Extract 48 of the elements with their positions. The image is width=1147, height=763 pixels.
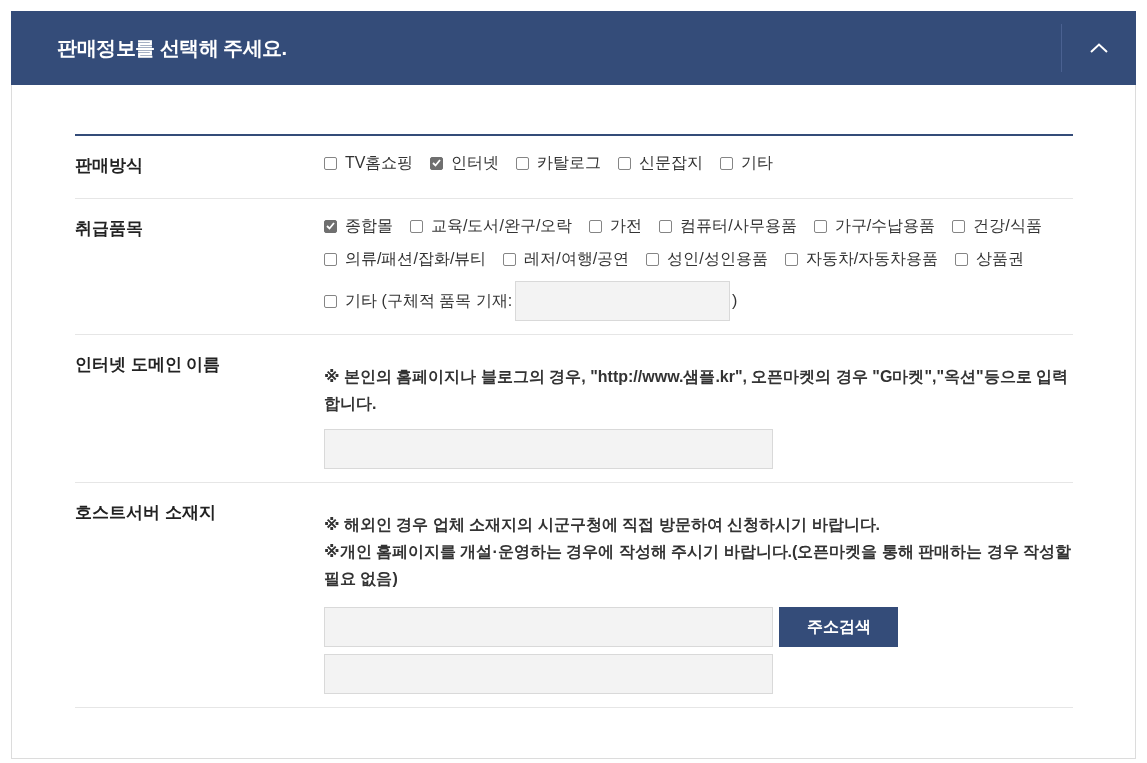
checkbox[interactable] [516, 156, 530, 170]
field-label: 호스트서버 소재지 [75, 502, 217, 524]
address-input[interactable] [324, 607, 773, 647]
field-label: 인터넷 도메인 이름 [75, 354, 222, 376]
checkbox[interactable] [659, 219, 673, 233]
option-label[interactable]: 가구/수납용품 [834, 215, 936, 237]
option-label[interactable]: 의류/패션/잡화/뷰티 [345, 248, 487, 270]
checkbox[interactable] [784, 252, 798, 266]
other-item-input[interactable] [515, 281, 731, 321]
checkbox[interactable] [410, 219, 423, 233]
checkbox[interactable] [324, 252, 337, 266]
option-label[interactable]: 자동차/자동차용품 [805, 248, 939, 270]
option-label[interactable]: 성인/성인용품 [667, 248, 768, 270]
notice-text: ※개인 홈페이지를 개설·운영하는 경우에 작성해 주시기 바랍니다.(오픈마켓을 통해 판매하는 경우 작성할 필요 없음) [324, 542, 1073, 589]
checkbox[interactable] [324, 294, 337, 308]
option-label[interactable]: 카탈로그 [537, 152, 602, 174]
option-label[interactable]: 가전 [610, 215, 643, 237]
field-label: 취급품목 [75, 218, 144, 240]
option-label[interactable]: 인터넷 [451, 152, 500, 174]
option-label[interactable]: 레저/여행/공연 [524, 248, 630, 270]
checkbox[interactable] [618, 156, 632, 170]
option-label[interactable]: 교육/도서/완구/오락 [431, 215, 573, 237]
domain-input[interactable] [324, 429, 773, 469]
notice-text: ※ 본인의 홈페이지나 블로그의 경우, "http://www.샘플.kr", 오픈마켓의 경우 "G마켓","옥션"등으로 입력합니다. [324, 367, 1070, 414]
address-detail-input[interactable] [324, 654, 773, 694]
option-label[interactable]: 컴퓨터/사무용품 [680, 215, 797, 237]
notice-text: ※ 해외인 경우 업체 소재지의 시군구청에 직접 방문하여 신청하시기 바랍니다. [324, 515, 881, 535]
checkbox[interactable] [955, 252, 969, 266]
checkbox[interactable] [324, 219, 337, 233]
option-label[interactable]: TV홈쇼핑 [345, 152, 414, 174]
option-label[interactable]: 종합몰 [345, 215, 393, 237]
field-label: 판매방식 [75, 155, 144, 177]
checkbox[interactable] [324, 156, 337, 170]
option-label[interactable]: 건강/식품 [973, 215, 1042, 237]
option-label[interactable]: 기타 [741, 152, 774, 174]
checkbox[interactable] [952, 219, 966, 233]
option-suffix: ) [732, 291, 738, 311]
checkbox[interactable] [589, 219, 603, 233]
checkbox[interactable] [813, 219, 827, 233]
option-label[interactable]: 상품권 [976, 248, 1025, 270]
checkbox[interactable] [430, 156, 444, 170]
checkbox[interactable] [646, 252, 660, 266]
panel-title: 판매정보를 선택해 주세요. [57, 35, 287, 61]
option-label[interactable]: 기타 (구체적 품목 기재: [345, 290, 513, 312]
address-search-button[interactable]: 주소검색 [779, 607, 898, 647]
checkbox[interactable] [720, 156, 734, 170]
checkbox[interactable] [503, 252, 517, 266]
option-label[interactable]: 신문잡지 [639, 152, 704, 174]
